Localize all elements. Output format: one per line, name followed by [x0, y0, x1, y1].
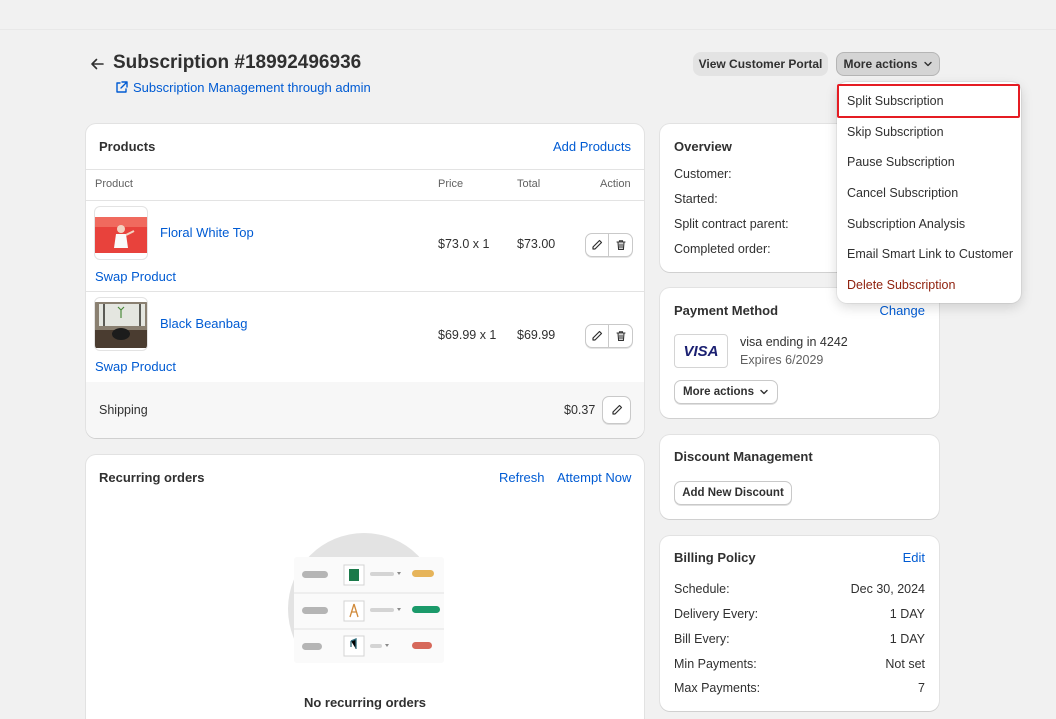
divider — [86, 200, 644, 201]
page-title: Subscription #18992496936 — [113, 52, 362, 73]
pencil-icon — [592, 239, 603, 250]
swap-product-link[interactable]: Swap Product — [95, 359, 176, 374]
menu-item-delete-subscription[interactable]: Delete Subscription — [847, 278, 955, 292]
chevron-down-icon — [923, 61, 932, 67]
billing-label: Bill Every: — [674, 632, 730, 646]
discount-management-title: Discount Management — [674, 449, 813, 464]
column-header-product: Product — [95, 178, 133, 190]
billing-value: Dec 30, 2024 — [850, 582, 925, 596]
product-price: $73.0 x 1 — [438, 237, 490, 251]
menu-item-cancel-subscription[interactable]: Cancel Subscription — [847, 186, 958, 200]
divider — [86, 169, 644, 170]
payment-method-card: Payment Method Change VISA visa ending i… — [660, 288, 939, 418]
billing-policy-title: Billing Policy — [674, 550, 756, 565]
overview-title: Overview — [674, 139, 732, 154]
billing-label: Max Payments: — [674, 681, 761, 695]
visa-card-icon: VISA — [674, 334, 728, 368]
billing-label: Delivery Every: — [674, 607, 759, 621]
change-payment-link[interactable]: Change — [879, 303, 925, 318]
subscription-management-link[interactable]: Subscription Management through admin — [115, 80, 371, 95]
discount-management-card: Discount Management Add New Discount — [660, 435, 939, 519]
billing-label: Schedule: — [674, 582, 730, 596]
add-new-discount-button[interactable]: Add New Discount — [674, 481, 792, 505]
menu-item-email-smart-link[interactable]: Email Smart Link to Customer — [847, 247, 1013, 261]
column-header-action: Action — [600, 178, 631, 190]
product-name-link[interactable]: Black Beanbag — [160, 316, 247, 331]
shipping-label: Shipping — [99, 403, 148, 417]
recurring-orders-card: Recurring orders Refresh Attempt Now No … — [86, 455, 644, 719]
empty-state-illustration — [288, 533, 444, 663]
overview-split-parent-label: Split contract parent: — [674, 217, 789, 231]
column-header-price: Price — [438, 178, 464, 190]
divider — [86, 291, 644, 292]
menu-item-pause-subscription[interactable]: Pause Subscription — [847, 155, 955, 169]
shipping-value: $0.37 — [564, 403, 596, 417]
products-card: Products Add Products Product Price Tota… — [86, 124, 644, 438]
more-actions-label: More actions — [843, 57, 918, 71]
edit-billing-link[interactable]: Edit — [903, 550, 925, 565]
add-products-link[interactable]: Add Products — [553, 139, 631, 154]
back-arrow-icon[interactable] — [88, 55, 106, 73]
card-ending-text: visa ending in 4242 — [740, 335, 848, 349]
product-price: $69.99 x 1 — [438, 328, 497, 342]
payment-more-actions-label: More actions — [683, 386, 754, 398]
product-total: $73.00 — [517, 237, 556, 251]
product-name-link[interactable]: Floral White Top — [160, 225, 254, 240]
product-thumbnail-floral-white-top[interactable] — [94, 206, 148, 260]
menu-item-split-subscription[interactable]: Split Subscription — [847, 94, 944, 108]
billing-value: Not set — [885, 657, 925, 671]
product-total: $69.99 — [517, 328, 556, 342]
product-thumbnail-black-beanbag[interactable] — [94, 297, 148, 351]
delete-product-button[interactable] — [609, 233, 633, 257]
edit-product-button[interactable] — [585, 233, 609, 257]
subscription-management-label: Subscription Management through admin — [133, 80, 371, 95]
product-image-icon — [95, 217, 147, 253]
pencil-icon — [611, 404, 622, 415]
edit-shipping-button[interactable] — [602, 396, 631, 424]
product-image-icon — [95, 302, 147, 348]
payment-method-title: Payment Method — [674, 303, 779, 318]
trash-icon — [615, 331, 626, 342]
chevron-down-icon — [760, 389, 768, 395]
more-actions-button[interactable]: More actions — [836, 52, 940, 76]
refresh-link[interactable]: Refresh — [499, 470, 545, 485]
overview-completed-order-label: Completed order: — [674, 242, 771, 256]
billing-value: 1 DAY — [889, 607, 925, 621]
menu-item-subscription-analysis[interactable]: Subscription Analysis — [847, 217, 965, 231]
recurring-orders-title: Recurring orders — [99, 470, 205, 485]
shipping-row — [86, 382, 644, 438]
menu-item-skip-subscription[interactable]: Skip Subscription — [847, 125, 944, 139]
more-actions-dropdown: Split Subscription Skip Subscription Pau… — [837, 82, 1021, 303]
top-bar — [0, 0, 1056, 30]
delete-product-button[interactable] — [609, 324, 633, 348]
billing-value: 7 — [918, 681, 925, 695]
overview-started-label: Started: — [674, 192, 718, 206]
card-expiry-text: Expires 6/2029 — [740, 353, 824, 367]
payment-more-actions-button[interactable]: More actions — [674, 380, 778, 404]
column-header-total: Total — [517, 178, 541, 190]
external-link-icon — [116, 81, 128, 93]
billing-policy-card: Billing Policy Edit Schedule: Dec 30, 20… — [660, 536, 939, 711]
empty-state-text: No recurring orders — [303, 695, 427, 710]
pencil-icon — [592, 330, 603, 341]
swap-product-link[interactable]: Swap Product — [95, 269, 176, 284]
view-customer-portal-button[interactable]: View Customer Portal — [693, 52, 828, 76]
billing-value: 1 DAY — [889, 632, 925, 646]
overview-customer-label: Customer: — [674, 167, 732, 181]
attempt-now-link[interactable]: Attempt Now — [557, 470, 631, 485]
edit-product-button[interactable] — [585, 324, 609, 348]
billing-label: Min Payments: — [674, 657, 757, 671]
trash-icon — [615, 240, 626, 251]
products-title: Products — [99, 139, 156, 154]
